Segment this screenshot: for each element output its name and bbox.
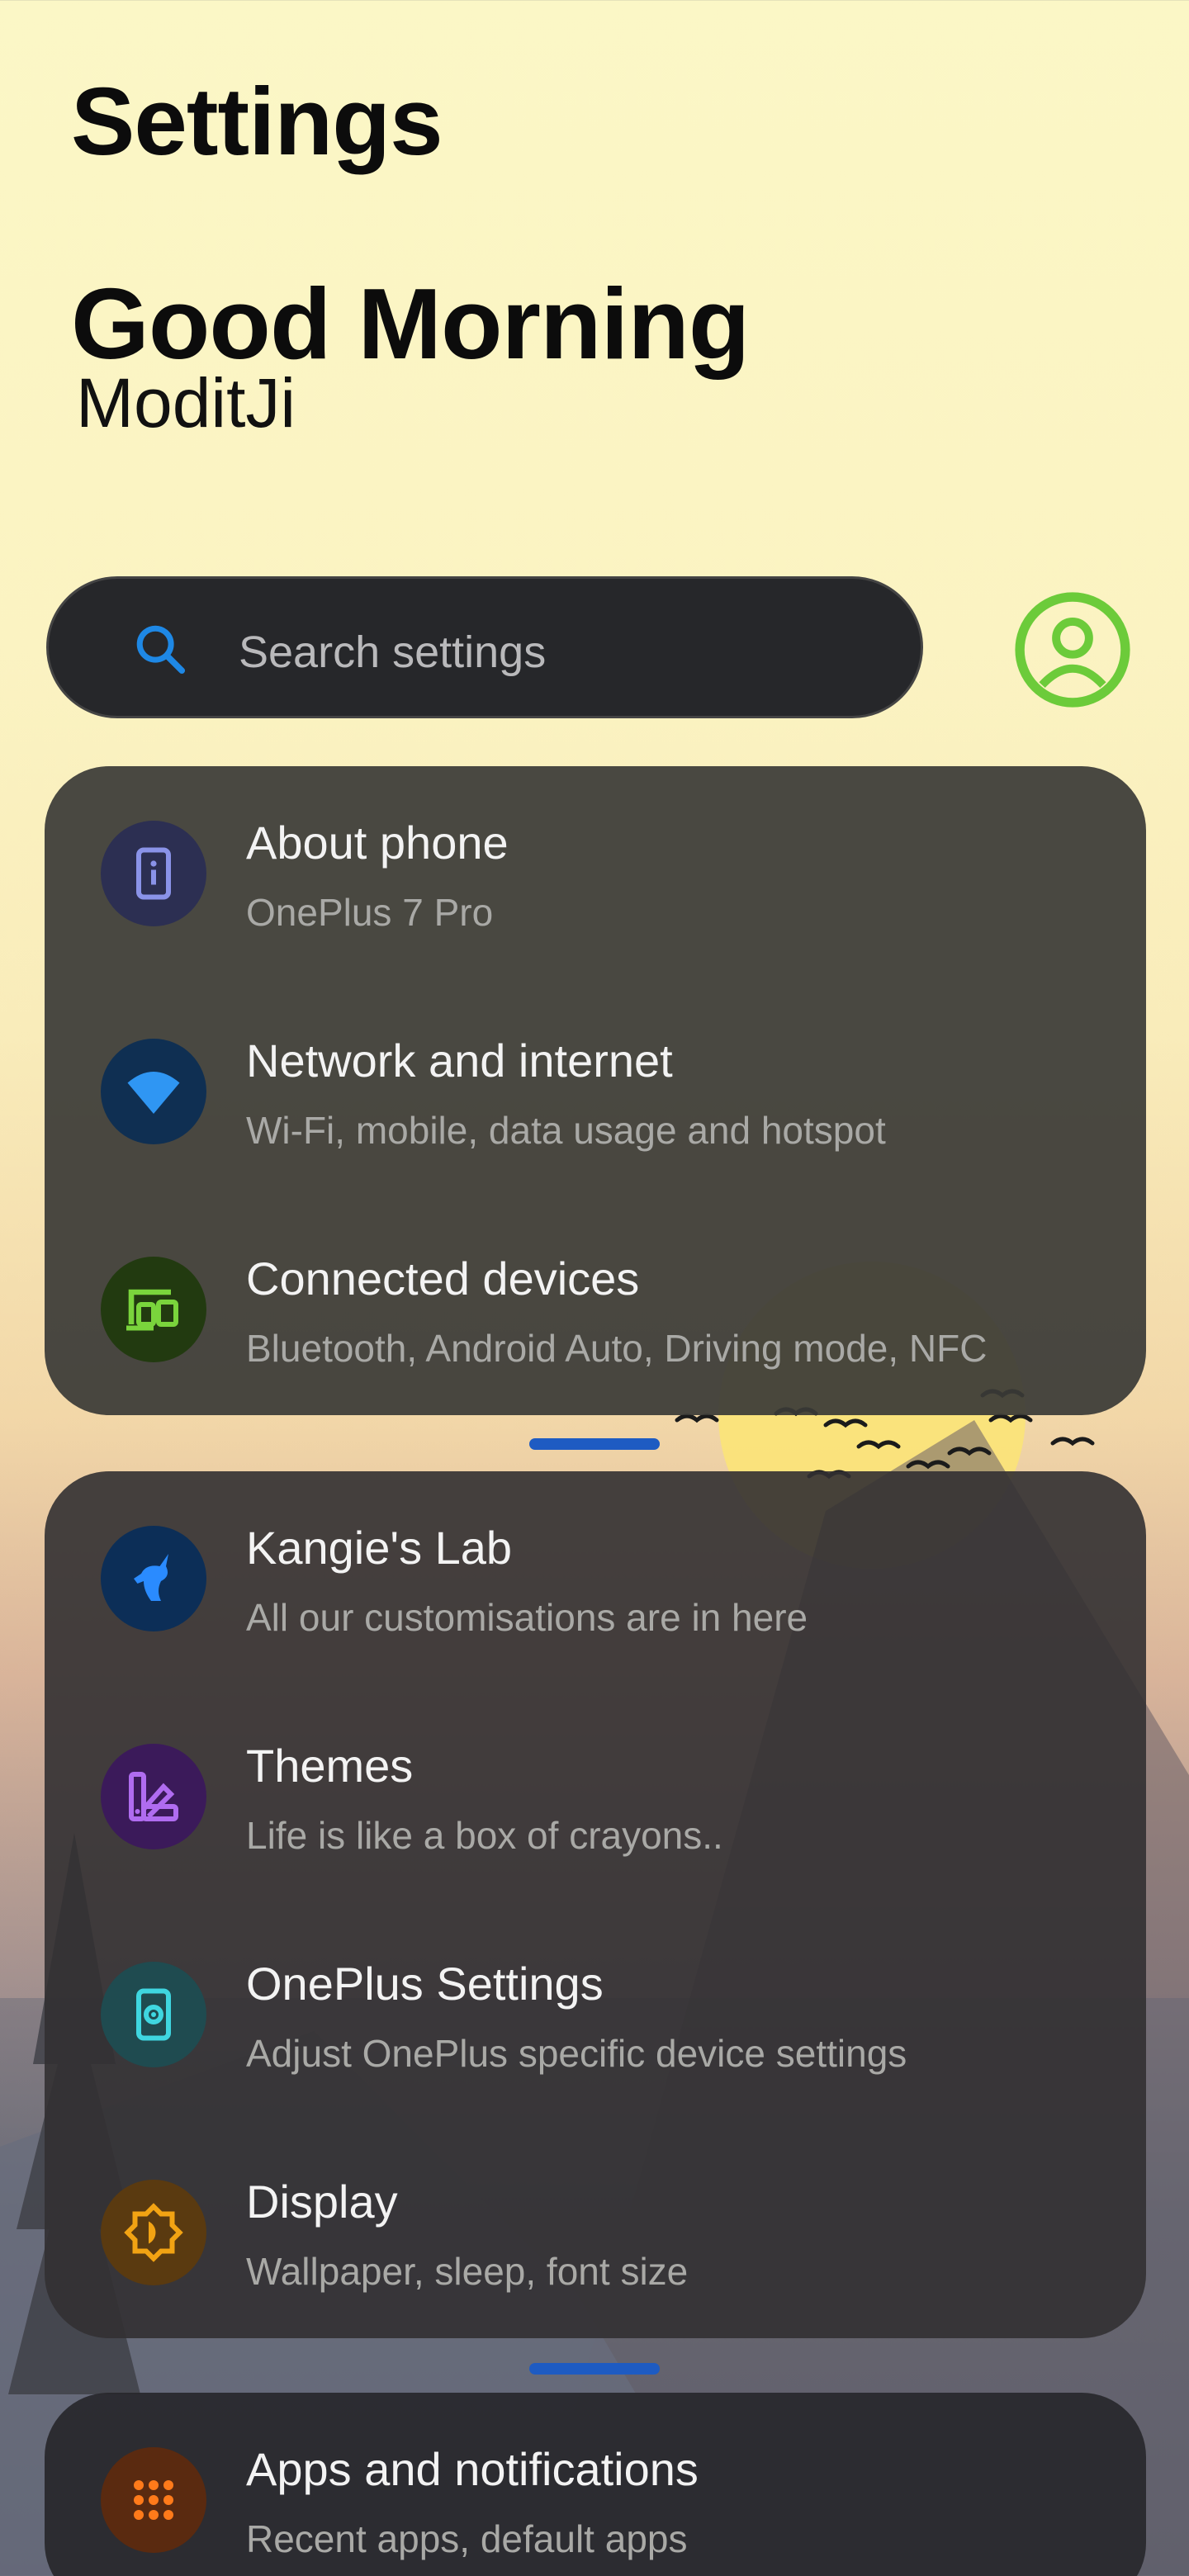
page-title: Settings: [71, 68, 443, 175]
item-title: Themes: [246, 1740, 414, 1792]
brightness-icon: [101, 2180, 206, 2285]
settings-item-about-phone[interactable]: About phone OnePlus 7 Pro: [45, 766, 1146, 983]
wifi-icon: [101, 1039, 206, 1144]
settings-item-oneplus-settings[interactable]: OnePlus Settings Adjust OnePlus specific…: [45, 1907, 1146, 2124]
settings-group-1: About phone OnePlus 7 Pro Network and in…: [45, 766, 1146, 1415]
palette-icon: [101, 1744, 206, 1849]
item-subtitle: Recent apps, default apps: [246, 2517, 688, 2560]
apps-grid-icon: [101, 2447, 206, 2553]
item-subtitle: All our customisations are in here: [246, 1596, 808, 1639]
item-subtitle: Wi-Fi, mobile, data usage and hotspot: [246, 1109, 886, 1152]
unicorn-icon: [101, 1526, 206, 1631]
item-subtitle: Wallpaper, sleep, font size: [246, 2250, 689, 2293]
settings-item-display[interactable]: Display Wallpaper, sleep, font size: [45, 2125, 1146, 2338]
devices-icon: [101, 1257, 206, 1362]
group-divider-indicator: [529, 2363, 660, 2375]
search-icon: [136, 625, 186, 675]
item-subtitle: Life is like a box of crayons..: [246, 1814, 723, 1857]
search-bar[interactable]: Search settings: [46, 576, 923, 718]
settings-group-2: Kangie's Lab All our customisations are …: [45, 1471, 1146, 2338]
item-title: Display: [246, 2176, 398, 2228]
item-title: Kangie's Lab: [246, 1522, 513, 1574]
settings-item-connected-devices[interactable]: Connected devices Bluetooth, Android Aut…: [45, 1202, 1146, 1415]
oneplus-settings-icon: [101, 1962, 206, 2067]
item-title: Connected devices: [246, 1252, 640, 1305]
phone-info-icon: [101, 821, 206, 926]
item-title: OnePlus Settings: [246, 1958, 604, 2010]
item-title: Network and internet: [246, 1035, 673, 1087]
account-avatar-icon[interactable]: [1014, 591, 1131, 708]
item-title: Apps and notifications: [246, 2443, 699, 2495]
item-subtitle: OnePlus 7 Pro: [246, 891, 494, 934]
settings-item-themes[interactable]: Themes Life is like a box of crayons..: [45, 1689, 1146, 1906]
item-title: About phone: [246, 817, 509, 869]
user-name: ModitJi: [76, 364, 296, 442]
item-subtitle: Bluetooth, Android Auto, Driving mode, N…: [246, 1327, 988, 1370]
settings-item-kangies-lab[interactable]: Kangie's Lab All our customisations are …: [45, 1471, 1146, 1688]
search-placeholder: Search settings: [239, 627, 547, 677]
group-divider-indicator: [529, 1438, 660, 1450]
item-subtitle: Adjust OnePlus specific device settings: [246, 2032, 907, 2075]
settings-group-3: Apps and notifications Recent apps, defa…: [45, 2393, 1146, 2576]
settings-item-apps-notifications[interactable]: Apps and notifications Recent apps, defa…: [45, 2393, 1146, 2576]
settings-item-network[interactable]: Network and internet Wi-Fi, mobile, data…: [45, 984, 1146, 1200]
